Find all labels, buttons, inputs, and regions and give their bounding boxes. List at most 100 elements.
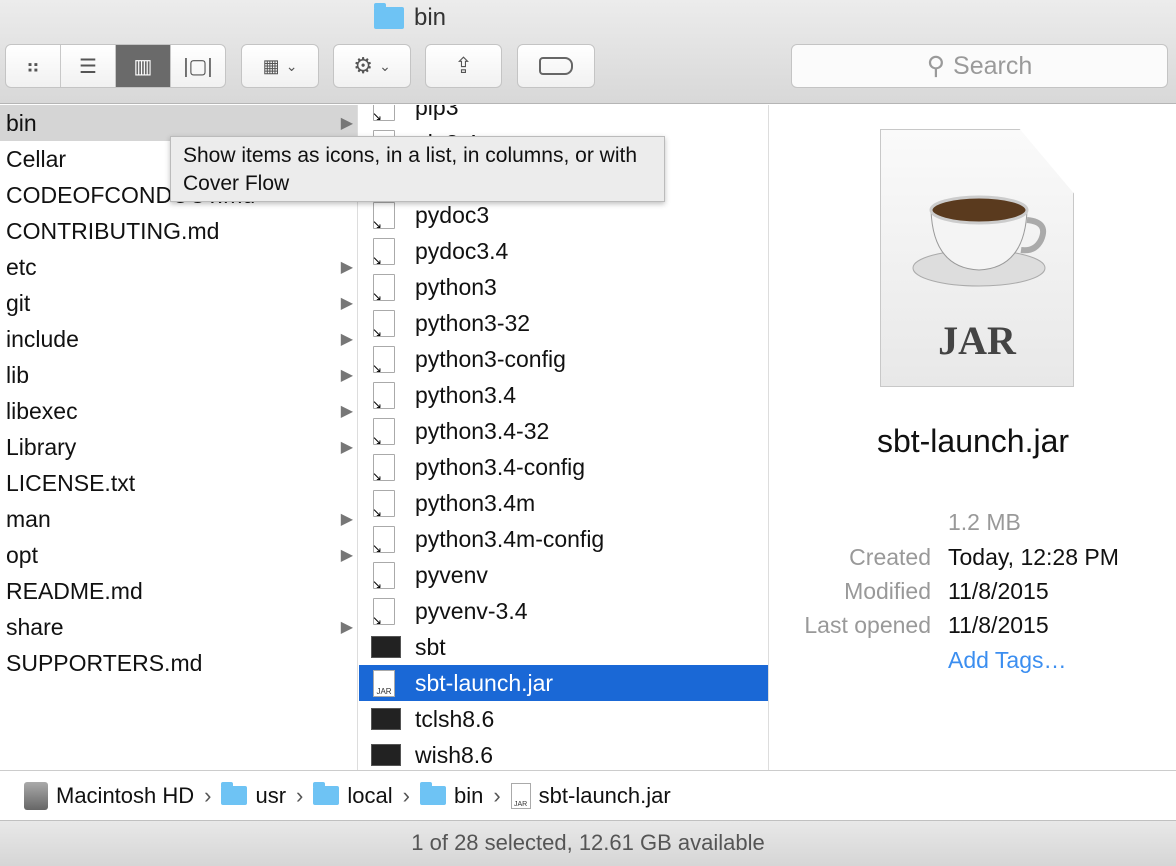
- alias-file-icon: [373, 418, 395, 445]
- share-icon: ⇪: [454, 53, 473, 78]
- list-item[interactable]: python3: [359, 269, 768, 305]
- item-label: etc: [6, 253, 37, 280]
- item-label: pydoc3: [415, 201, 490, 228]
- item-label: pyvenv: [415, 561, 488, 588]
- list-item[interactable]: python3-32: [359, 305, 768, 341]
- list-item[interactable]: libexec ▶: [0, 393, 357, 429]
- modified-label: Modified: [844, 578, 931, 604]
- jar-icon-label: JAR: [938, 318, 1016, 363]
- action-button[interactable]: ⚙ ⌄: [333, 44, 411, 88]
- cover-flow-view-button[interactable]: |▢|: [171, 45, 225, 87]
- item-label: pip3: [415, 105, 459, 120]
- item-label: SUPPORTERS.md: [6, 649, 203, 676]
- add-tags-link[interactable]: Add Tags…: [948, 647, 1066, 674]
- path-item[interactable]: Macintosh HD: [24, 781, 195, 810]
- tags-button[interactable]: [517, 44, 595, 88]
- status-bar: 1 of 28 selected, 12.61 GB available: [0, 820, 1176, 866]
- terminal-icon: [371, 708, 401, 730]
- list-item[interactable]: opt ▶: [0, 537, 357, 573]
- list-item[interactable]: tclsh8.6: [359, 701, 768, 737]
- list-item[interactable]: python3.4-32: [359, 413, 768, 449]
- tag-icon: [539, 57, 573, 75]
- list-item[interactable]: Library ▶: [0, 429, 357, 465]
- alias-file-icon: [373, 382, 395, 409]
- list-item[interactable]: pyvenv: [359, 557, 768, 593]
- list-item[interactable]: pip3: [359, 105, 768, 125]
- column-view-button[interactable]: ▥: [116, 45, 171, 87]
- chevron-right-icon: ›: [204, 782, 212, 808]
- list-item[interactable]: python3.4: [359, 377, 768, 413]
- path-item[interactable]: bin: [419, 782, 483, 809]
- list-item[interactable]: python3.4m-config: [359, 521, 768, 557]
- alias-file-icon: [373, 346, 395, 373]
- path-item[interactable]: usr: [221, 782, 287, 809]
- item-label: tclsh8.6: [415, 705, 495, 732]
- path-item[interactable]: local: [313, 782, 393, 809]
- chevron-down-icon: ⌄: [379, 57, 391, 74]
- list-item[interactable]: pydoc3.4: [359, 233, 768, 269]
- list-item[interactable]: share ▶: [0, 609, 357, 645]
- folder-icon: [374, 3, 404, 29]
- list-item[interactable]: pydoc3: [359, 197, 768, 233]
- modified-value: 11/8/2015: [948, 578, 1049, 604]
- list-item[interactable]: README.md: [0, 573, 357, 609]
- alias-file-icon: [373, 454, 395, 481]
- list-item[interactable]: lib ▶: [0, 357, 357, 393]
- list-item[interactable]: SUPPORTERS.md: [0, 645, 357, 681]
- item-label: CONTRIBUTING.md: [6, 217, 220, 244]
- disclosure-arrow-icon: ▶: [340, 331, 353, 348]
- alias-file-icon: [373, 310, 395, 337]
- alias-file-icon: [373, 238, 395, 265]
- item-label: opt: [6, 541, 38, 568]
- list-item[interactable]: pyvenv-3.4: [359, 593, 768, 629]
- alias-file-icon: [373, 562, 395, 589]
- path-item[interactable]: JAR sbt-launch.jar: [510, 782, 671, 809]
- path-item-label: Macintosh HD: [56, 782, 195, 808]
- last-opened-value: 11/8/2015: [948, 612, 1049, 638]
- alias-file-icon: [373, 598, 395, 625]
- item-label: Library: [6, 433, 77, 460]
- list-item[interactable]: CONTRIBUTING.md: [0, 213, 357, 249]
- list-view-button[interactable]: ☰: [61, 45, 116, 87]
- item-label: lib: [6, 361, 30, 388]
- list-item[interactable]: include ▶: [0, 321, 357, 357]
- column-usr-local: bin ▶ Cellar CODEOFCONDUCT.md CONTRIBUTING.m…: [0, 105, 358, 770]
- file-size: 1.2 MB: [948, 509, 1021, 535]
- disclosure-arrow-icon: ▶: [340, 403, 353, 420]
- folder-icon: [419, 782, 446, 805]
- search-field[interactable]: ⚲ Search: [791, 44, 1168, 88]
- list-item[interactable]: man ▶: [0, 501, 357, 537]
- disclosure-arrow-icon: ▶: [340, 367, 353, 384]
- list-item[interactable]: python3.4m: [359, 485, 768, 521]
- list-item[interactable]: etc ▶: [0, 249, 357, 285]
- item-label: Cellar: [6, 145, 67, 172]
- list-item[interactable]: JAR sbt-launch.jar: [359, 665, 768, 701]
- disclosure-arrow-icon: ▶: [340, 619, 353, 636]
- window-title-text: bin: [414, 4, 447, 31]
- share-button[interactable]: ⇪: [425, 44, 502, 88]
- created-label: Created: [849, 544, 931, 570]
- list-item[interactable]: python3.4-config: [359, 449, 768, 485]
- item-label: git: [6, 289, 31, 316]
- disclosure-arrow-icon: ▶: [340, 295, 353, 312]
- alias-file-icon: [373, 526, 395, 553]
- search-placeholder: Search: [953, 51, 1033, 80]
- path-item-label: local: [347, 782, 393, 808]
- arrange-button[interactable]: ▦ ⌄: [241, 44, 319, 88]
- item-label: sbt: [415, 633, 446, 660]
- list-item[interactable]: wish8.6: [359, 737, 768, 770]
- item-label: python3-config: [415, 345, 566, 372]
- terminal-icon: [371, 744, 401, 766]
- list-item[interactable]: sbt: [359, 629, 768, 665]
- icon-view-button[interactable]: ⠶: [6, 45, 61, 87]
- view-mode-control: ⠶ ☰ ▥ |▢|: [5, 44, 226, 88]
- disk-icon: [24, 781, 48, 810]
- list-item[interactable]: LICENSE.txt: [0, 465, 357, 501]
- list-item[interactable]: python3-config: [359, 341, 768, 377]
- list-item[interactable]: git ▶: [0, 285, 357, 321]
- disclosure-arrow-icon: ▶: [340, 547, 353, 564]
- item-label: sbt-launch.jar: [415, 669, 554, 696]
- path-item-label: usr: [255, 782, 287, 808]
- item-label: python3.4-32: [415, 417, 550, 444]
- chevron-right-icon: ›: [402, 782, 410, 808]
